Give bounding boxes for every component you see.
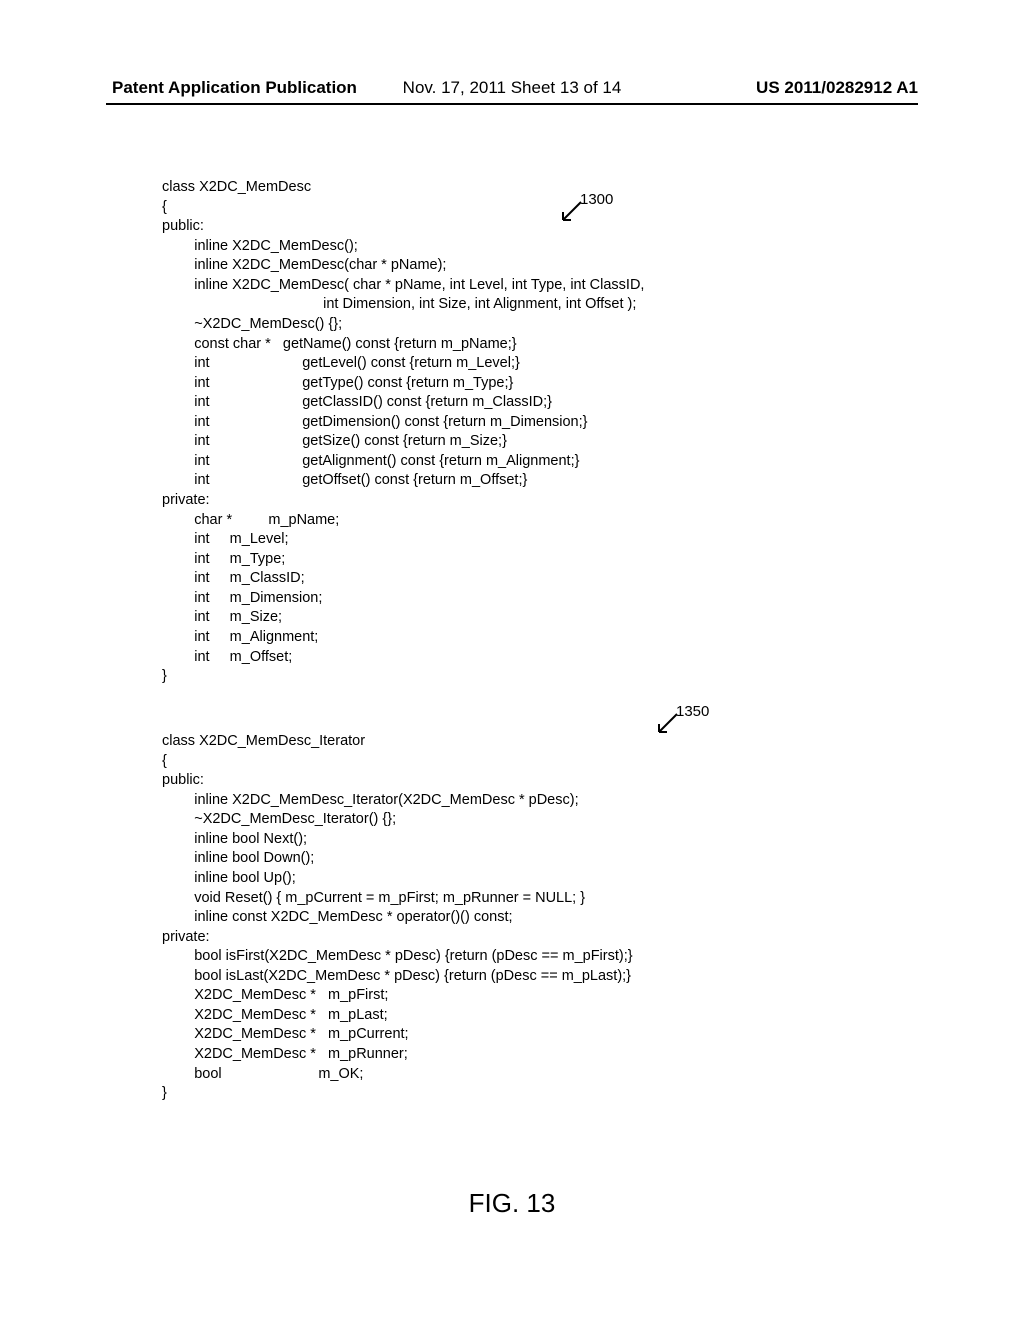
header-center: Nov. 17, 2011 Sheet 13 of 14 [403, 78, 622, 98]
code-listing-memdesc: class X2DC_MemDesc { public: inline X2DC… [162, 178, 644, 687]
header-rule [106, 103, 918, 105]
figure-caption: FIG. 13 [0, 1188, 1024, 1219]
code-listing-iterator: class X2DC_MemDesc_Iterator { public: in… [162, 732, 633, 1104]
header-left: Patent Application Publication [112, 78, 357, 98]
arrow-icon [655, 712, 679, 736]
page-header: Patent Application Publication Nov. 17, … [0, 78, 1024, 98]
header-right: US 2011/0282912 A1 [756, 78, 918, 98]
reference-numeral-1350: 1350 [676, 703, 709, 720]
